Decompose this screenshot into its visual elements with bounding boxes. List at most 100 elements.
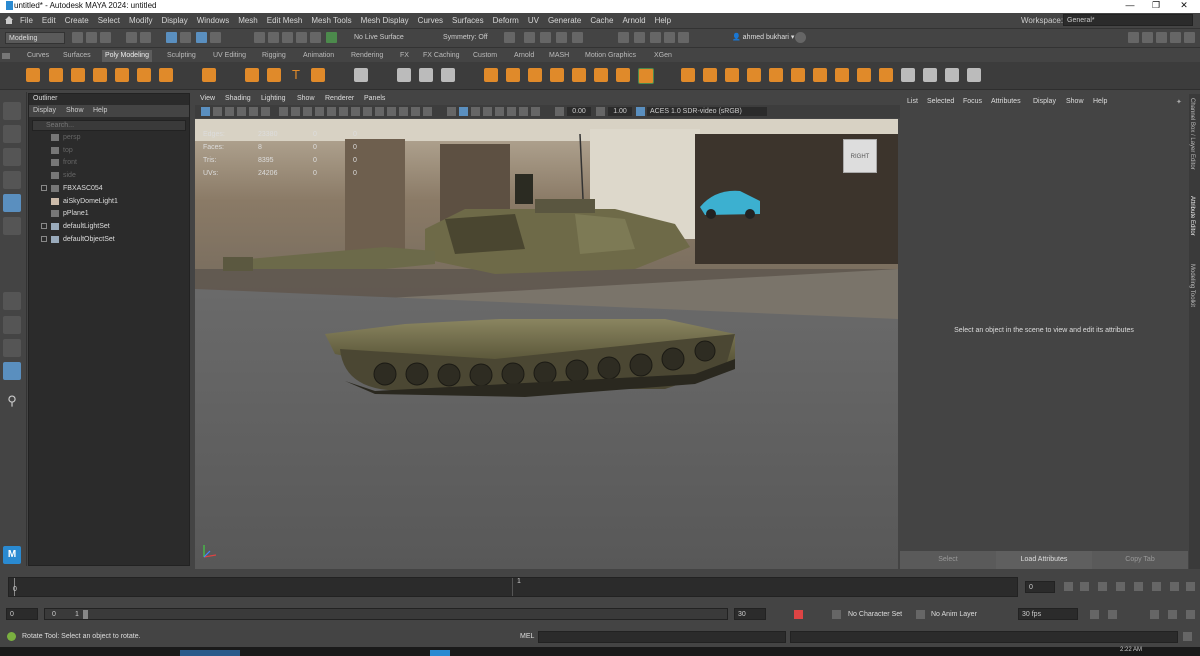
remesh-icon[interactable]: [616, 68, 630, 82]
outliner-item[interactable]: persp: [29, 132, 179, 144]
ae-menu-selected[interactable]: Selected: [927, 98, 954, 105]
history-icon[interactable]: [504, 32, 515, 43]
menu-deform[interactable]: Deform: [493, 16, 519, 25]
settings-icon[interactable]: [1186, 610, 1195, 619]
symmetry-label[interactable]: Symmetry: Off: [443, 34, 488, 41]
merge-icon[interactable]: [791, 68, 805, 82]
outliner-item[interactable]: FBXASC054: [29, 183, 179, 195]
step-back-key-icon[interactable]: [1080, 582, 1089, 591]
gate-mask-icon[interactable]: [315, 107, 324, 116]
four-view-layout-icon[interactable]: [3, 316, 21, 334]
side-tab-attribute-editor[interactable]: Attribute Editor: [1189, 196, 1195, 236]
resolution-gate-icon[interactable]: [303, 107, 312, 116]
undo-icon[interactable]: [126, 32, 137, 43]
menu-mesh-tools[interactable]: Mesh Tools: [311, 16, 351, 25]
script-editor-icon[interactable]: [1183, 632, 1192, 641]
render-frame-icon[interactable]: [524, 32, 535, 43]
ipr-render-icon[interactable]: [556, 32, 567, 43]
script-language-label[interactable]: MEL: [520, 633, 534, 640]
outliner-layout-icon[interactable]: [3, 362, 21, 380]
side-tab-channel-box[interactable]: Channel Box / Layer Editor: [1189, 98, 1195, 170]
scale-tool-icon[interactable]: [3, 217, 21, 235]
expand-icon[interactable]: [41, 235, 47, 242]
outliner-item[interactable]: top: [29, 145, 179, 157]
load-attributes-button[interactable]: Load Attributes: [996, 551, 1092, 569]
new-scene-icon[interactable]: [100, 32, 111, 43]
outliner-menu-display[interactable]: Display: [33, 107, 56, 114]
poly-cylinder-icon[interactable]: [71, 68, 85, 82]
ae-menu-display[interactable]: Display: [1033, 98, 1056, 105]
bridge-icon[interactable]: [703, 68, 717, 82]
command-input[interactable]: [538, 631, 786, 643]
svg-icon[interactable]: [311, 68, 325, 82]
arnold-render-icon[interactable]: [618, 32, 629, 43]
tools-icon[interactable]: [397, 68, 411, 82]
fps-select[interactable]: 30 fps: [1018, 608, 1078, 620]
bookmarks-icon[interactable]: [225, 107, 234, 116]
fill-hole-icon[interactable]: [747, 68, 761, 82]
ae-menu-focus[interactable]: Focus: [963, 98, 982, 105]
single-perspective-layout-icon[interactable]: [3, 292, 21, 310]
outliner-menu-show[interactable]: Show: [66, 107, 84, 114]
workspace-select[interactable]: General*: [1063, 14, 1193, 26]
menu-mesh-display[interactable]: Mesh Display: [361, 16, 409, 25]
sound-icon[interactable]: [1150, 610, 1159, 619]
extrude-icon[interactable]: [681, 68, 695, 82]
target-weld-icon[interactable]: [879, 68, 893, 82]
save-scene-icon[interactable]: [86, 32, 97, 43]
user-account[interactable]: 👤 ahmed bukhari ▾: [732, 33, 794, 41]
copy-tab-button[interactable]: Copy Tab: [1092, 551, 1188, 569]
menu-mesh[interactable]: Mesh: [238, 16, 258, 25]
shelf-tab-custom[interactable]: Custom: [473, 52, 497, 59]
snap-surface-icon[interactable]: [310, 32, 321, 43]
center-pivot-icon[interactable]: [441, 68, 455, 82]
quad-draw-icon[interactable]: [901, 68, 915, 82]
grid-toggle-icon[interactable]: [279, 107, 288, 116]
outliner-item[interactable]: pPlane1: [29, 208, 179, 220]
poly-torus-icon[interactable]: [115, 68, 129, 82]
ambient-occlusion-icon[interactable]: [483, 107, 492, 116]
outliner-item[interactable]: defaultObjectSet: [29, 234, 179, 246]
menu-uv[interactable]: UV: [528, 16, 539, 25]
shelf-tab-curves[interactable]: Curves: [27, 52, 49, 59]
film-gate-icon[interactable]: [291, 107, 300, 116]
redo-icon[interactable]: [140, 32, 151, 43]
home-icon[interactable]: [4, 15, 14, 25]
menu-arnold[interactable]: Arnold: [622, 16, 645, 25]
select-button[interactable]: Select: [900, 551, 996, 569]
step-back-frame-icon[interactable]: [1098, 582, 1107, 591]
expand-icon[interactable]: [41, 222, 47, 229]
color-management-icon[interactable]: [636, 107, 645, 116]
go-to-start-icon[interactable]: [1064, 582, 1073, 591]
viewport-menu-panels[interactable]: Panels: [364, 95, 385, 102]
menu-windows[interactable]: Windows: [197, 16, 229, 25]
rotate-tool-icon[interactable]: [3, 194, 21, 212]
collapse-icon[interactable]: [813, 68, 827, 82]
poly-type-icon[interactable]: [267, 68, 281, 82]
shelf-tab-fx[interactable]: FX: [400, 52, 409, 59]
shelf-tab-rigging[interactable]: Rigging: [262, 52, 286, 59]
menu-help[interactable]: Help: [655, 16, 671, 25]
help-icon[interactable]: [795, 32, 806, 43]
layout-icon[interactable]: [1184, 32, 1195, 43]
color-space-select[interactable]: ACES 1.0 SDR-video (sRGB): [647, 107, 767, 116]
super-shape-icon[interactable]: [202, 68, 216, 82]
separate-icon[interactable]: [506, 68, 520, 82]
poly-plane-icon[interactable]: [137, 68, 151, 82]
maximize-button[interactable]: ❐: [1144, 0, 1168, 13]
mirror-icon[interactable]: [572, 68, 586, 82]
exposure-field[interactable]: 0.00: [567, 107, 591, 116]
paint-select-tool-icon[interactable]: [3, 148, 21, 166]
poly-disc-icon[interactable]: [159, 68, 173, 82]
menu-cache[interactable]: Cache: [590, 16, 613, 25]
animation-preferences-icon[interactable]: [1168, 610, 1177, 619]
character-set-icon[interactable]: [832, 610, 841, 619]
gamma-field[interactable]: 1.00: [608, 107, 632, 116]
menu-set-select[interactable]: Modeling: [5, 32, 65, 44]
maya-home-icon[interactable]: M: [3, 546, 21, 564]
snap-curve-icon[interactable]: [268, 32, 279, 43]
tool-settings-icon[interactable]: [1156, 32, 1167, 43]
character-set-label[interactable]: No Character Set: [848, 611, 902, 618]
time-slider-track[interactable]: 0 1: [8, 577, 1018, 597]
snap-point-icon[interactable]: [282, 32, 293, 43]
